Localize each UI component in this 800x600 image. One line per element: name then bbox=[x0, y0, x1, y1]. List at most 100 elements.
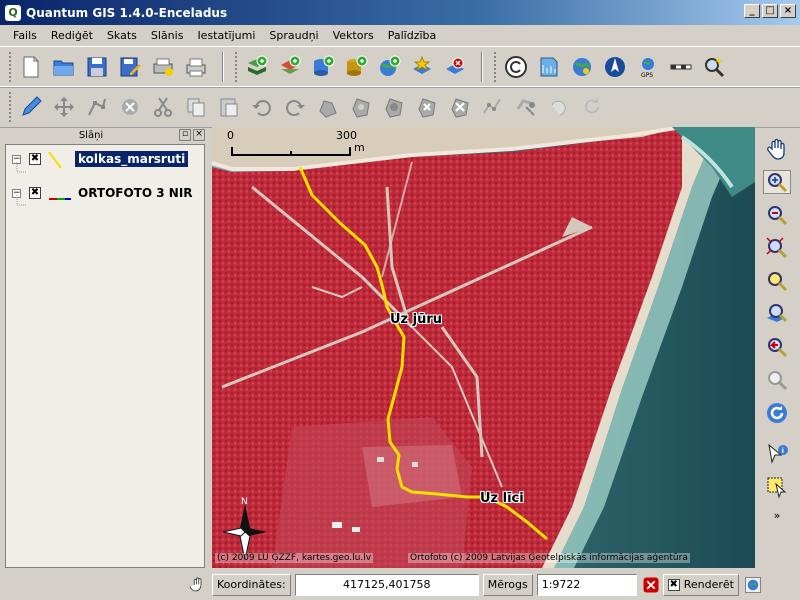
qgis-logo-icon: Q bbox=[5, 4, 21, 21]
remove-layer-icon[interactable] bbox=[442, 53, 468, 81]
redo-icon[interactable] bbox=[282, 93, 308, 121]
delete-ring-icon[interactable] bbox=[414, 93, 440, 121]
render-checkbox-icon[interactable]: ✖ bbox=[667, 578, 680, 591]
svg-text:i: i bbox=[782, 447, 784, 455]
merge-features-icon[interactable] bbox=[546, 93, 572, 121]
toolbar-grip[interactable] bbox=[493, 51, 497, 83]
add-vector-layer-icon[interactable] bbox=[244, 53, 270, 81]
panel-close-button[interactable]: × bbox=[193, 129, 205, 141]
copyright-label-icon[interactable] bbox=[503, 53, 529, 81]
render-toggle[interactable]: ✖ Renderēt bbox=[662, 573, 739, 596]
delete-part-icon[interactable] bbox=[447, 93, 473, 121]
identify-plugin-icon[interactable] bbox=[701, 53, 727, 81]
print-composer-icon[interactable] bbox=[150, 53, 176, 81]
move-feature-icon[interactable] bbox=[51, 93, 77, 121]
menu-spraudni[interactable]: Spraudņi bbox=[262, 29, 325, 42]
paste-features-icon[interactable] bbox=[216, 93, 242, 121]
coordinate-field[interactable]: 417125,401758 bbox=[294, 573, 479, 596]
pan-icon[interactable] bbox=[763, 137, 791, 161]
cut-features-icon[interactable] bbox=[150, 93, 176, 121]
layers-panel-header: Slāņi ▫ × bbox=[5, 127, 205, 143]
main-toolbar: GPS bbox=[0, 46, 800, 88]
toolbar-separator bbox=[481, 52, 483, 82]
menu-vektors[interactable]: Vektors bbox=[326, 29, 381, 42]
select-icon[interactable] bbox=[763, 475, 791, 499]
projection-icon[interactable] bbox=[743, 575, 763, 595]
toolbar-separator bbox=[222, 52, 224, 82]
close-button[interactable]: × bbox=[780, 4, 796, 18]
layer-name[interactable]: ORTOFOTO 3 NIR bbox=[75, 185, 196, 201]
map-canvas[interactable]: N 0 300 m Uz jūru Uz līci (c) 2009 LU ĢZ… bbox=[212, 127, 755, 568]
copy-features-icon[interactable] bbox=[183, 93, 209, 121]
layers-panel: − ✖ kolkas_marsruti − ✖ ORTOFOTO 3 NIR bbox=[5, 144, 205, 568]
map-navigation-toolbar: i » bbox=[758, 127, 796, 568]
zoom-last-icon[interactable] bbox=[763, 335, 791, 359]
coord-label: Koordinātes: bbox=[212, 573, 291, 596]
digitizing-toolbar bbox=[0, 86, 800, 128]
status-bar: Koordinātes: 417125,401758 Mērogs 1:9722… bbox=[0, 569, 800, 600]
layer-name[interactable]: kolkas_marsruti bbox=[75, 151, 189, 167]
menu-iestatijumi[interactable]: Iestatījumi bbox=[190, 29, 262, 42]
panel-float-button[interactable]: ▫ bbox=[179, 129, 191, 141]
scalebar-icon[interactable] bbox=[668, 53, 694, 81]
new-vector-layer-icon[interactable] bbox=[409, 53, 435, 81]
add-island-icon[interactable] bbox=[381, 93, 407, 121]
reshape-icon[interactable] bbox=[480, 93, 506, 121]
route-label-uz-juru: Uz jūru bbox=[390, 312, 443, 327]
simplify-icon[interactable] bbox=[315, 93, 341, 121]
zoom-full-icon[interactable] bbox=[763, 236, 791, 260]
delete-selected-icon[interactable] bbox=[117, 93, 143, 121]
print-icon[interactable] bbox=[183, 53, 209, 81]
scalebar-unit: m bbox=[354, 141, 365, 154]
window-title: Quantum GIS 1.4.0-Enceladus bbox=[26, 5, 228, 20]
node-tool-icon[interactable] bbox=[84, 93, 110, 121]
copyright-right: Ortofoto (c) 2009 Latvijas Ģeotelpiskās … bbox=[408, 553, 690, 563]
minimize-button[interactable]: _ bbox=[744, 4, 760, 18]
zoom-in-icon[interactable] bbox=[763, 170, 791, 194]
layers-panel-title: Slāņi bbox=[78, 129, 104, 141]
add-wms-layer-icon[interactable] bbox=[376, 53, 402, 81]
scalebar-start: 0 bbox=[227, 129, 234, 142]
split-features-icon[interactable] bbox=[513, 93, 539, 121]
undo-icon[interactable] bbox=[249, 93, 275, 121]
menu-bar: Fails Rediģēt Skats Slānis Iestatījumi S… bbox=[0, 25, 800, 45]
toolbar-grip[interactable] bbox=[8, 51, 12, 83]
scale-field[interactable]: 1:9722 bbox=[536, 573, 637, 596]
add-raster-layer-icon[interactable] bbox=[277, 53, 303, 81]
open-project-icon[interactable] bbox=[51, 53, 77, 81]
zoom-out-icon[interactable] bbox=[763, 203, 791, 227]
identify-icon[interactable]: i bbox=[763, 442, 791, 466]
copyright-left: (c) 2009 LU ĢZZF, kartes.geo.lu.lv bbox=[215, 553, 374, 563]
menu-slanis[interactable]: Slānis bbox=[144, 29, 191, 42]
zoom-layer-icon[interactable] bbox=[763, 302, 791, 326]
add-postgis-layer-icon[interactable] bbox=[310, 53, 336, 81]
toolbar-grip[interactable] bbox=[8, 91, 12, 123]
more-icon[interactable]: » bbox=[763, 508, 791, 522]
save-project-icon[interactable] bbox=[84, 53, 110, 81]
zoom-selection-icon[interactable] bbox=[763, 269, 791, 293]
save-as-icon[interactable] bbox=[117, 53, 143, 81]
scale-label: Mērogs bbox=[482, 573, 533, 596]
menu-palidziba[interactable]: Palīdzība bbox=[381, 29, 444, 42]
maximize-button[interactable]: □ bbox=[762, 4, 778, 18]
menu-fails[interactable]: Fails bbox=[6, 29, 44, 42]
toolbar-grip[interactable] bbox=[234, 51, 238, 83]
refresh-icon[interactable] bbox=[763, 401, 791, 425]
window-controls: _ □ × bbox=[744, 4, 796, 18]
toggle-edit-icon[interactable] bbox=[18, 93, 44, 121]
add-ring-icon[interactable] bbox=[348, 93, 374, 121]
zoom-actual-icon[interactable] bbox=[763, 368, 791, 392]
georeferencer-icon[interactable]: GPS bbox=[635, 53, 661, 81]
menu-rediget[interactable]: Rediģēt bbox=[44, 29, 100, 42]
new-project-icon[interactable] bbox=[18, 53, 44, 81]
progress-icon[interactable] bbox=[188, 575, 208, 595]
menu-skats[interactable]: Skats bbox=[100, 29, 144, 42]
gps-icon[interactable] bbox=[569, 53, 595, 81]
rotate-icon[interactable] bbox=[579, 93, 605, 121]
north-arrow-icon[interactable] bbox=[602, 53, 628, 81]
stop-render-icon[interactable] bbox=[641, 575, 661, 595]
add-spatialite-layer-icon[interactable] bbox=[343, 53, 369, 81]
tree-lines bbox=[16, 162, 27, 206]
north-arrow-plugin-icon[interactable] bbox=[536, 53, 562, 81]
title-bar: Q Quantum GIS 1.4.0-Enceladus _ □ × bbox=[0, 0, 800, 25]
